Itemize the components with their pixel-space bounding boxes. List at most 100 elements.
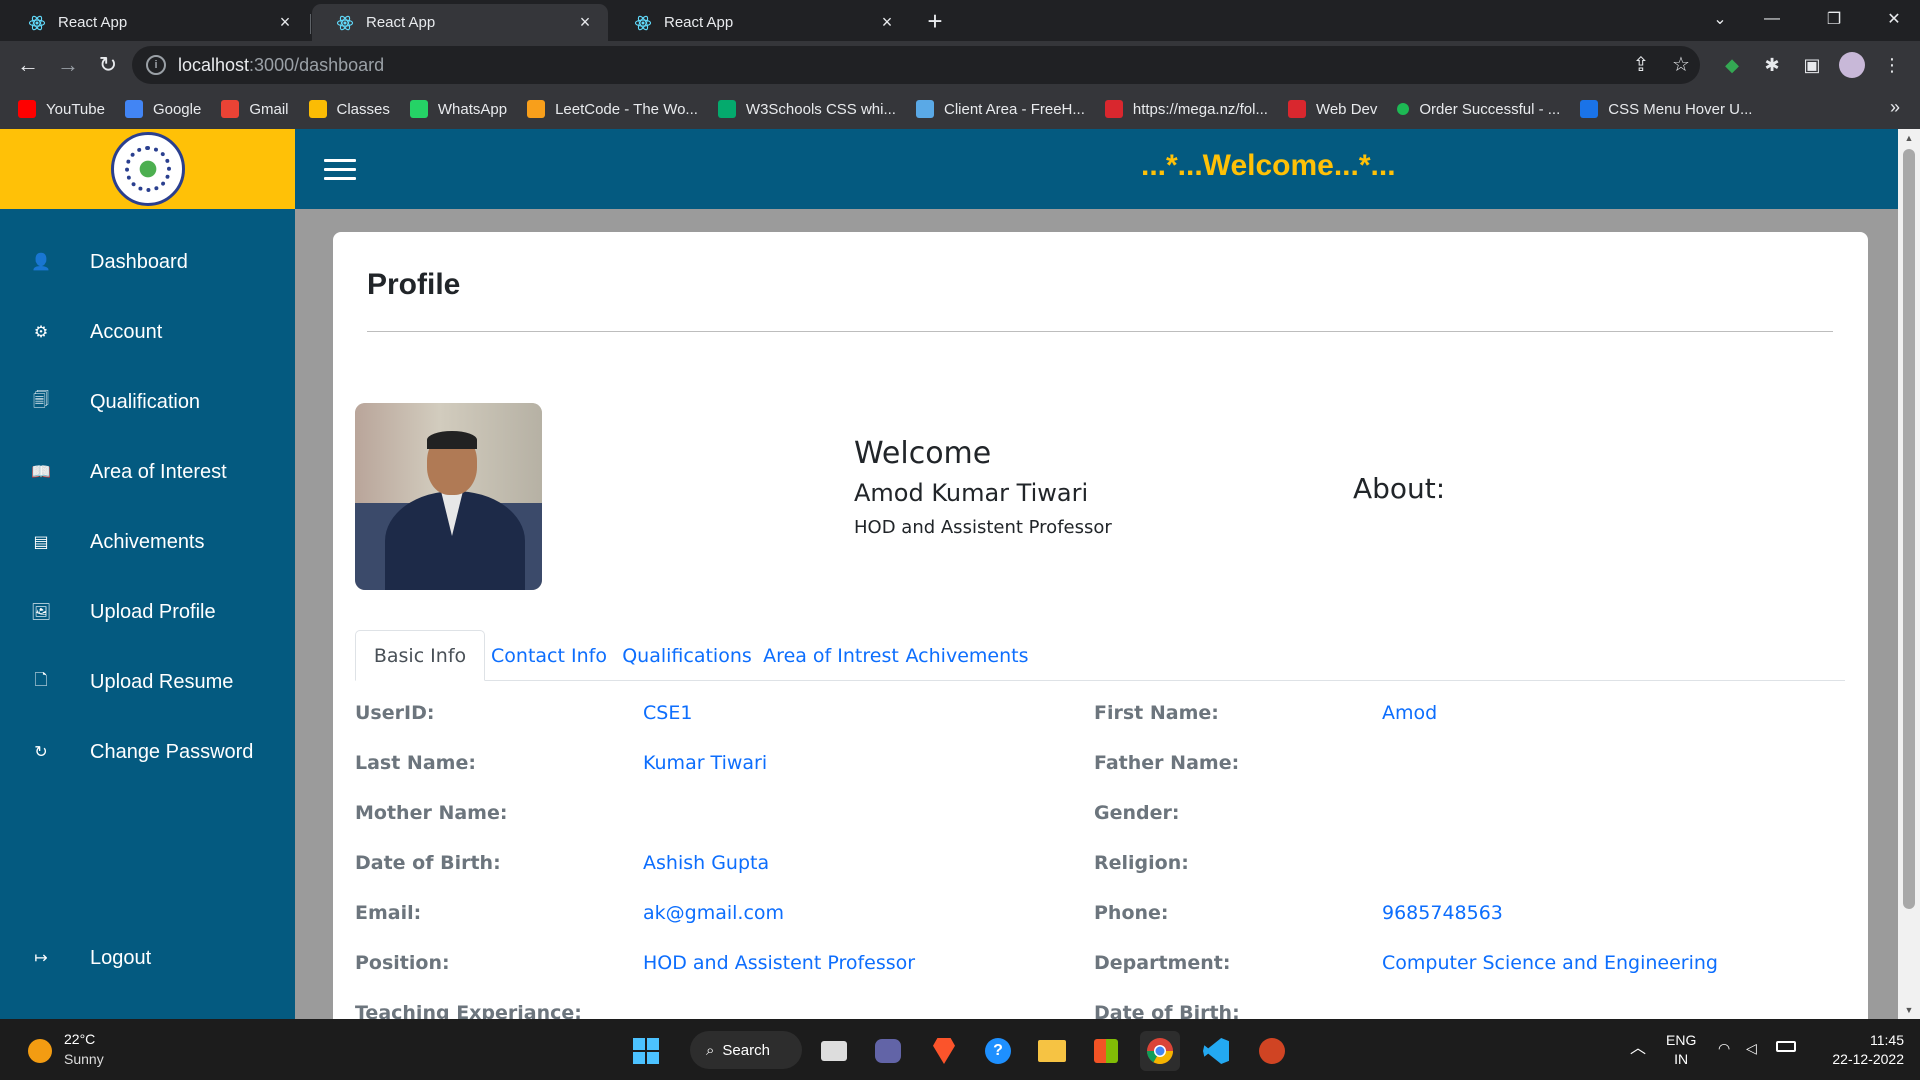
extension-icon[interactable]: ◆ bbox=[1716, 49, 1748, 81]
weather-temperature[interactable]: 22°C bbox=[64, 1031, 95, 1047]
back-button[interactable]: ← bbox=[12, 49, 44, 81]
powerpoint-icon[interactable] bbox=[1252, 1031, 1292, 1071]
browser-tab-3[interactable]: React App × bbox=[610, 4, 910, 41]
sun-icon[interactable] bbox=[28, 1039, 52, 1063]
bookmark-item[interactable]: LeetCode - The Wo... bbox=[527, 100, 698, 118]
sidebar-item-dashboard[interactable]: 👤 Dashboard bbox=[0, 237, 295, 287]
close-icon[interactable]: × bbox=[878, 12, 896, 32]
gmail-icon bbox=[221, 100, 240, 118]
bookmark-label: Web Dev bbox=[1315, 100, 1378, 118]
battery-icon[interactable] bbox=[1776, 1041, 1796, 1052]
bookmark-label: Client Area - FreeH... bbox=[943, 100, 1085, 118]
image-icon: 🖼 bbox=[30, 604, 52, 621]
field-label: Department: bbox=[1094, 952, 1231, 974]
sidebar-item-qualification[interactable]: 🗐 Qualification bbox=[0, 377, 295, 427]
restore-button[interactable]: ❐ bbox=[1808, 0, 1860, 38]
leetcode-icon bbox=[527, 100, 546, 118]
classroom-icon bbox=[308, 100, 327, 118]
star-icon[interactable]: ☆ bbox=[1666, 49, 1696, 79]
scroll-up-icon[interactable]: ▲ bbox=[1898, 129, 1920, 147]
weather-description[interactable]: Sunny bbox=[64, 1051, 104, 1067]
field-value: HOD and Assistent Professor bbox=[643, 952, 916, 974]
bookmark-item[interactable]: YouTube bbox=[18, 100, 105, 118]
sidebar: 👤 Dashboard ⚙ Account 🗐 Qualification 📖 Area of… bbox=[0, 209, 295, 1019]
tab-basic-info[interactable]: Basic Info bbox=[355, 630, 485, 681]
gear-icon: ⚙ bbox=[33, 324, 49, 341]
brave-icon[interactable] bbox=[924, 1031, 964, 1071]
bookmark-item[interactable]: Google bbox=[124, 100, 202, 118]
field-label: Father Name: bbox=[1094, 752, 1240, 774]
welcome-banner: ...*...Welcome...*... bbox=[1141, 149, 1396, 182]
chevron-up-icon[interactable]: ︿ bbox=[1630, 1039, 1646, 1058]
microsoft-store-icon[interactable] bbox=[1086, 1031, 1126, 1071]
teams-chat-icon[interactable] bbox=[868, 1031, 908, 1071]
volume-icon[interactable]: ◁ bbox=[1746, 1039, 1757, 1058]
help-icon[interactable]: ? bbox=[978, 1031, 1018, 1071]
avatar[interactable] bbox=[1836, 49, 1868, 81]
profile-name: Amod Kumar Tiwari bbox=[854, 479, 1089, 507]
field-label: Position: bbox=[355, 952, 450, 974]
menu-icon[interactable]: ⋮ bbox=[1876, 49, 1908, 81]
tab-area-of-interest[interactable]: Area of Intrest bbox=[761, 630, 901, 681]
bookmark-item[interactable]: Classes bbox=[308, 100, 390, 118]
field-label: Last Name: bbox=[355, 752, 476, 774]
windows-start-icon[interactable] bbox=[626, 1031, 666, 1071]
tab-search-icon[interactable]: ⌄ bbox=[1694, 0, 1746, 38]
puzzle-icon[interactable]: ✱ bbox=[1756, 49, 1788, 81]
sidebar-item-upload-resume[interactable]: 🗋 Upload Resume bbox=[0, 657, 295, 707]
new-tab-button[interactable]: + bbox=[920, 6, 950, 36]
info-icon[interactable]: i bbox=[146, 55, 166, 75]
dot-icon bbox=[1397, 103, 1410, 115]
window-close-button[interactable]: ✕ bbox=[1868, 0, 1920, 38]
bookmark-item[interactable]: https://mega.nz/fol... bbox=[1104, 100, 1268, 118]
scrollbar[interactable]: ▲ ▼ bbox=[1898, 129, 1920, 1019]
minimize-button[interactable]: — bbox=[1746, 0, 1798, 38]
browser-tab-1[interactable]: React App × bbox=[4, 4, 308, 41]
close-icon[interactable]: × bbox=[276, 12, 294, 32]
scroll-down-icon[interactable]: ▼ bbox=[1898, 1001, 1920, 1019]
reload-button[interactable]: ↻ bbox=[92, 49, 124, 81]
browser-tab-2[interactable]: React App × bbox=[312, 4, 608, 41]
bookmark-label: Google bbox=[152, 100, 202, 118]
sidebar-item-change-password[interactable]: ↻ Change Password bbox=[0, 727, 295, 777]
scrollbar-thumb[interactable] bbox=[1903, 149, 1915, 909]
bookmark-item[interactable]: CSS Menu Hover U... bbox=[1580, 100, 1752, 118]
field-value: Amod bbox=[1382, 702, 1438, 724]
tab-achievements[interactable]: Achivements bbox=[901, 630, 1033, 681]
forward-button[interactable]: → bbox=[52, 49, 84, 81]
tab-title: React App bbox=[664, 14, 734, 31]
bookmark-item[interactable]: W3Schools CSS whi... bbox=[717, 100, 896, 118]
hamburger-menu-icon[interactable] bbox=[324, 159, 356, 181]
tab-qualifications[interactable]: Qualifications bbox=[613, 630, 761, 681]
tab-contact-info[interactable]: Contact Info bbox=[485, 630, 613, 681]
bookmarks-overflow-icon[interactable]: » bbox=[1890, 97, 1900, 118]
logout-button[interactable]: ↦ Logout bbox=[0, 933, 295, 983]
profile-position: HOD and Assistent Professor bbox=[854, 517, 1112, 538]
task-view-icon[interactable] bbox=[814, 1031, 854, 1071]
taskbar-search[interactable]: ⌕ Search bbox=[690, 1031, 802, 1069]
address-bar[interactable]: i localhost:3000/dashboard bbox=[132, 46, 1700, 84]
field-label: Religion: bbox=[1094, 852, 1189, 874]
bookmark-label: Order Successful - ... bbox=[1419, 100, 1561, 118]
sidebar-item-area-of-interest[interactable]: 📖 Area of Interest bbox=[0, 447, 295, 497]
app-viewport: ...*...Welcome...*... 👤 Dashboard ⚙ Account… bbox=[0, 129, 1920, 1019]
tab-title: React App bbox=[366, 14, 436, 31]
bookmark-item[interactable]: Gmail bbox=[221, 100, 289, 118]
chrome-icon[interactable] bbox=[1140, 1031, 1180, 1071]
sidebar-item-account[interactable]: ⚙ Account bbox=[0, 307, 295, 357]
bookmark-item[interactable]: Order Successful - ... bbox=[1397, 101, 1560, 118]
sidebar-item-upload-profile[interactable]: 🖼 Upload Profile bbox=[0, 587, 295, 637]
field-label: Date of Birth: bbox=[1094, 1002, 1240, 1019]
file-explorer-icon[interactable] bbox=[1032, 1031, 1072, 1071]
bookmark-item[interactable]: WhatsApp bbox=[409, 100, 507, 118]
close-icon[interactable]: × bbox=[576, 12, 594, 32]
vscode-icon[interactable] bbox=[1196, 1031, 1236, 1071]
language-indicator[interactable]: ENG IN bbox=[1666, 1031, 1696, 1069]
clock[interactable]: 11:45 22-12-2022 bbox=[1820, 1031, 1904, 1069]
sidebar-item-achivements[interactable]: ▤ Achivements bbox=[0, 517, 295, 567]
bookmark-item[interactable]: Web Dev bbox=[1287, 100, 1378, 118]
bookmark-item[interactable]: Client Area - FreeH... bbox=[915, 100, 1085, 118]
share-icon[interactable]: ⇪ bbox=[1626, 49, 1656, 79]
side-panel-icon[interactable]: ▣ bbox=[1796, 49, 1828, 81]
wifi-icon[interactable]: ◠ bbox=[1718, 1039, 1730, 1058]
